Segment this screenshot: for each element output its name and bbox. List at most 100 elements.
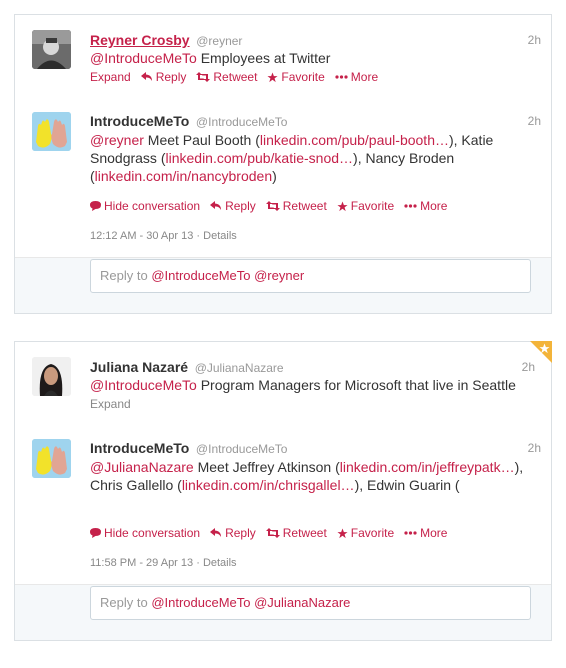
reply-tweet[interactable]: IntroduceMeTo @IntroduceMeTo 2h @reyner … [15,99,551,258]
more-icon [404,204,417,208]
expand-link[interactable]: Expand [90,70,131,84]
retweet-button[interactable]: Retweet [265,199,327,213]
more-button[interactable]: More [404,199,447,213]
user-name[interactable]: Reyner Crosby [90,32,190,48]
star-icon [337,527,348,538]
star-icon [337,200,348,211]
mention-link[interactable]: @IntroduceMeTo [90,377,197,393]
reply-placeholder-mentions: @IntroduceMeTo @JulianaNazare [151,595,351,610]
user-handle[interactable]: @reyner [196,34,242,48]
avatar-image [32,30,71,69]
tweet-time[interactable]: 2h [528,114,541,128]
url-link[interactable]: linkedin.com/in/nancybroden [95,168,272,184]
reply-label: Reply [155,70,187,84]
retweet-button[interactable]: Retweet [265,526,327,540]
reply-icon [210,528,222,537]
tweet-body: Employees at Twitter [200,50,331,66]
more-button[interactable]: More [404,526,447,540]
tweet-header: Juliana Nazaré @JulianaNazare [90,359,541,375]
url-link[interactable]: linkedin.com/pub/paul-booth… [260,132,449,148]
reply-label: Reply [225,526,256,540]
favorite-label: Favorite [281,70,325,84]
url-link[interactable]: linkedin.com/in/jeffreypatk… [340,459,515,475]
mention-link[interactable]: @IntroduceMeTo [90,50,197,66]
avatar[interactable] [32,30,71,69]
timestamp[interactable]: 12:12 AM - 30 Apr 13 [90,230,193,242]
reply-button[interactable]: Reply [140,70,187,84]
hands-logo-icon [32,112,71,151]
favorited-star-icon [539,343,550,354]
reply-button[interactable]: Reply [210,526,256,540]
tweet-time[interactable]: 2h [528,33,541,47]
more-icon [404,531,417,535]
more-label: More [420,526,448,540]
user-handle[interactable]: @IntroduceMeTo [196,442,288,456]
tweet-header: IntroduceMeTo @IntroduceMeTo [90,113,541,129]
timestamp[interactable]: 11:58 PM - 29 Apr 13 [90,557,193,569]
tweet-header: IntroduceMeTo @IntroduceMeTo [90,440,541,456]
more-button[interactable]: More [335,70,378,84]
tweet-text: @JulianaNazare Meet Jeffrey Atkinson (li… [90,458,541,494]
user-name[interactable]: IntroduceMeTo [90,113,189,129]
tweet-body: Program Managers for Microsoft that live… [200,377,516,393]
retweet-label: Retweet [282,526,327,540]
reply-icon [210,201,222,210]
tweet-time[interactable]: 2h [522,360,535,374]
tweet[interactable]: Juliana Nazaré @JulianaNazare 2h @Introd… [15,341,552,427]
user-name[interactable]: Juliana Nazaré [90,359,188,375]
tweet-timestamp-row: 11:58 PM - 29 Apr 13 · Details [90,557,237,569]
tweet-actions: Hide conversation Reply Retweet Favorite… [90,526,541,540]
hide-conversation-label: Hide conversation [104,199,201,213]
tweet-body: Meet Jeffrey Atkinson ( [193,459,340,475]
tweet-actions: Expand Reply Retweet Favorite More [90,70,541,84]
user-handle[interactable]: @IntroduceMeTo [196,115,288,129]
speech-bubble-icon [90,201,101,211]
conversation-card: Juliana Nazaré @JulianaNazare 2h @Introd… [14,341,552,641]
user-handle[interactable]: @JulianaNazare [195,361,284,375]
url-link[interactable]: linkedin.com/pub/katie-snod… [165,150,353,166]
avatar[interactable] [32,112,71,151]
reply-icon [140,72,152,81]
more-label: More [420,199,448,213]
user-name[interactable]: IntroduceMeTo [90,440,189,456]
reply-input[interactable]: Reply to @IntroduceMeTo @JulianaNazare [90,586,531,620]
retweet-button[interactable]: Retweet [196,70,257,84]
avatar[interactable] [32,357,71,396]
reply-input[interactable]: Reply to @IntroduceMeTo @reyner [90,259,531,293]
hide-conversation-label: Hide conversation [104,526,201,540]
reply-label: Reply [225,199,256,213]
favorite-button[interactable]: Favorite [267,70,325,84]
mention-link[interactable]: @reyner [90,132,144,148]
tweet-text: @reyner Meet Paul Booth (linkedin.com/pu… [90,131,541,185]
tweet-text: @IntroduceMeTo Employees at Twitter [90,49,541,67]
retweet-icon [265,201,280,211]
tweet-actions: Expand [90,397,541,411]
hide-conversation-button[interactable]: Hide conversation [90,199,200,213]
details-link[interactable]: Details [203,230,237,242]
tweet[interactable]: Reyner Crosby @reyner 2h @IntroduceMeTo … [15,15,551,100]
details-link[interactable]: Details [203,557,237,569]
tweet-header: Reyner Crosby @reyner [90,32,541,48]
favorite-button[interactable]: Favorite [337,199,394,213]
speech-bubble-icon [90,528,101,538]
conversation-card: Reyner Crosby @reyner 2h @IntroduceMeTo … [14,14,552,314]
retweet-icon [265,528,280,538]
retweet-icon [196,72,211,82]
mention-link[interactable]: @JulianaNazare [90,459,194,475]
reply-tweet[interactable]: IntroduceMeTo @IntroduceMeTo 2h @Juliana… [15,426,551,585]
tweet-actions: Hide conversation Reply Retweet Favorite… [90,199,541,213]
avatar[interactable] [32,439,71,478]
hide-conversation-button[interactable]: Hide conversation [90,526,200,540]
tweet-text: @IntroduceMeTo Program Managers for Micr… [90,376,541,394]
star-icon [267,71,278,82]
favorite-button[interactable]: Favorite [337,526,394,540]
tweet-body: Meet Paul Booth ( [143,132,260,148]
tweet-timestamp-row: 12:12 AM - 30 Apr 13 · Details [90,230,237,242]
tweet-time[interactable]: 2h [528,441,541,455]
tweet-body: ) [272,168,277,184]
expand-link[interactable]: Expand [90,397,131,411]
favorite-label: Favorite [350,199,395,213]
url-link[interactable]: linkedin.com/in/chrisgallel… [182,477,355,493]
reply-button[interactable]: Reply [210,199,256,213]
retweet-label: Retweet [282,199,327,213]
